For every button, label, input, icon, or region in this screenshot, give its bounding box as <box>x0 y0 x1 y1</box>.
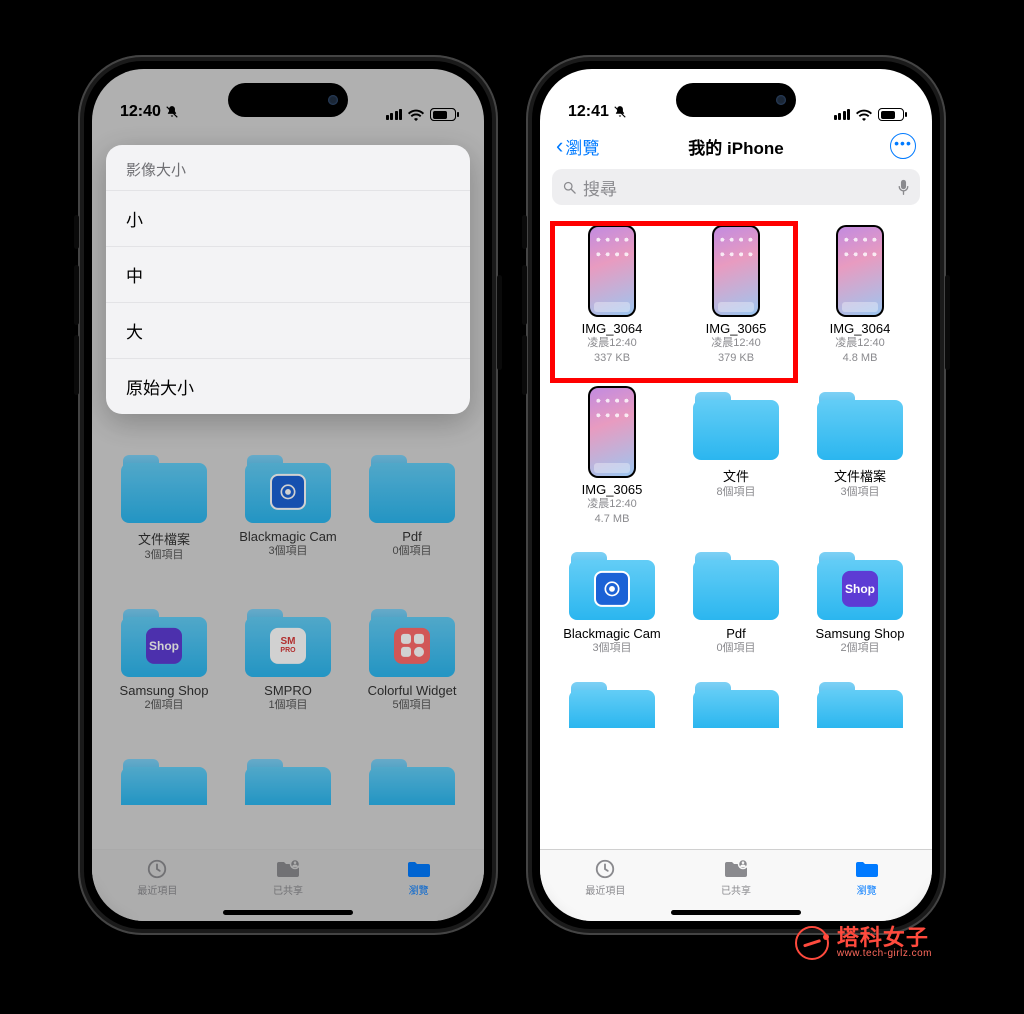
folder-item[interactable]: 文件檔案 3個項目 <box>802 386 918 527</box>
phone-right: 12:41 ‹ 瀏覽 我的 iPhone <box>526 55 946 935</box>
home-indicator[interactable] <box>671 910 801 915</box>
cellular-icon <box>834 109 851 120</box>
item-size: 4.7 MB <box>554 512 670 527</box>
item-name: IMG_3065 <box>678 321 794 336</box>
watermark-logo-icon <box>795 926 829 960</box>
side-button <box>74 335 79 395</box>
more-button[interactable]: ••• <box>890 133 916 159</box>
item-time: 凌晨12:40 <box>678 336 794 351</box>
image-thumbnail <box>588 386 636 478</box>
clock-icon <box>592 858 618 880</box>
item-name: Blackmagic Cam <box>554 626 670 641</box>
item-meta: 3個項目 <box>802 485 918 500</box>
item-size: 379 KB <box>678 351 794 366</box>
item-name: 文件 <box>678 466 794 485</box>
watermark: 塔科女子 www.tech-girlz.com <box>795 926 932 960</box>
item-time: 凌晨12:40 <box>554 497 670 512</box>
folder-item[interactable] <box>554 676 670 734</box>
battery-icon <box>430 108 456 121</box>
page-title: 我的 iPhone <box>688 134 783 159</box>
item-size: 4.8 MB <box>802 351 918 366</box>
battery-icon <box>878 108 904 121</box>
nav-bar: ‹ 瀏覽 我的 iPhone ••• <box>540 125 932 165</box>
tab-label: 最近項目 <box>585 882 625 897</box>
wifi-icon <box>408 109 424 121</box>
tab-recent[interactable]: 最近項目 <box>540 850 671 921</box>
status-time: 12:41 <box>568 103 609 121</box>
camera-icon <box>594 571 630 607</box>
cellular-icon <box>386 109 403 120</box>
item-meta: 3個項目 <box>554 641 670 656</box>
sheet-option-large[interactable]: 大 <box>106 302 470 358</box>
folder-item[interactable]: Shop Samsung Shop 2個項目 <box>802 546 918 656</box>
search-placeholder: 搜尋 <box>583 175 891 200</box>
folder-item[interactable]: Blackmagic Cam 3個項目 <box>554 546 670 656</box>
mute-icon <box>165 105 179 119</box>
back-button[interactable]: ‹ 瀏覽 <box>556 134 599 159</box>
mute-icon <box>613 105 627 119</box>
dynamic-island <box>676 83 796 117</box>
item-meta: 8個項目 <box>678 485 794 500</box>
image-thumbnail <box>712 225 760 317</box>
dynamic-island <box>228 83 348 117</box>
folder-item[interactable]: Pdf 0個項目 <box>678 546 794 656</box>
sheet-option-medium[interactable]: 中 <box>106 246 470 302</box>
folder-icon <box>854 858 880 880</box>
files-grid: IMG_3064 凌晨12:40 337 KB IMG_3065 凌晨12:40… <box>554 219 918 734</box>
search-icon <box>562 180 577 195</box>
image-item[interactable]: IMG_3065 凌晨12:40 4.7 MB <box>554 386 670 527</box>
item-name: Pdf <box>678 626 794 641</box>
tab-label: 瀏覽 <box>857 882 877 897</box>
phone-left: 12:40 文件檔案 <box>78 55 498 935</box>
back-label: 瀏覽 <box>565 134 599 159</box>
chevron-left-icon: ‹ <box>556 135 563 157</box>
sheet-option-small[interactable]: 小 <box>106 190 470 246</box>
shop-icon: Shop <box>842 571 878 607</box>
image-size-sheet: 影像大小 小 中 大 原始大小 <box>106 145 470 414</box>
item-meta: 0個項目 <box>678 641 794 656</box>
tab-bar: 最近項目 已共享 瀏覽 <box>540 849 932 921</box>
wifi-icon <box>856 109 872 121</box>
side-button <box>945 275 950 370</box>
image-thumbnail <box>588 225 636 317</box>
search-field[interactable]: 搜尋 <box>552 169 920 205</box>
folder-item[interactable] <box>678 676 794 734</box>
item-meta: 2個項目 <box>802 641 918 656</box>
sheet-option-original[interactable]: 原始大小 <box>106 358 470 414</box>
shared-folder-icon <box>723 858 749 880</box>
image-item[interactable]: IMG_3064 凌晨12:40 4.8 MB <box>802 225 918 366</box>
watermark-url: www.tech-girlz.com <box>837 949 932 960</box>
item-name: IMG_3065 <box>554 482 670 497</box>
item-time: 凌晨12:40 <box>554 336 670 351</box>
status-time: 12:40 <box>120 103 161 121</box>
folder-item[interactable]: 文件 8個項目 <box>678 386 794 527</box>
item-time: 凌晨12:40 <box>802 336 918 351</box>
side-button <box>522 265 527 325</box>
tab-browse[interactable]: 瀏覽 <box>801 850 932 921</box>
sheet-title: 影像大小 <box>106 145 470 190</box>
tab-label: 已共享 <box>721 882 751 897</box>
side-button <box>522 335 527 395</box>
item-name: IMG_3064 <box>554 321 670 336</box>
watermark-text: 塔科女子 <box>837 926 932 949</box>
microphone-icon[interactable] <box>897 179 910 196</box>
side-button <box>522 215 527 249</box>
image-thumbnail <box>836 225 884 317</box>
item-name: IMG_3064 <box>802 321 918 336</box>
item-size: 337 KB <box>554 351 670 366</box>
item-name: 文件檔案 <box>802 466 918 485</box>
side-button <box>74 265 79 325</box>
folder-item[interactable] <box>802 676 918 734</box>
item-name: Samsung Shop <box>802 626 918 641</box>
image-item[interactable]: IMG_3065 凌晨12:40 379 KB <box>678 225 794 366</box>
side-button <box>497 275 502 370</box>
image-item[interactable]: IMG_3064 凌晨12:40 337 KB <box>554 225 670 366</box>
side-button <box>74 215 79 249</box>
